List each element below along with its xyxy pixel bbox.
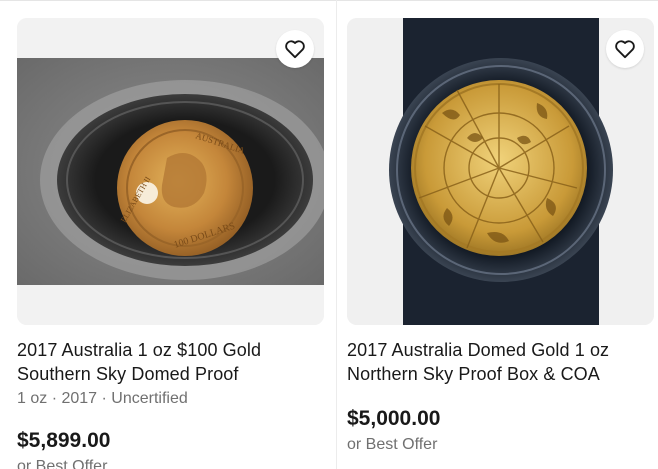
listing-card-2[interactable]: 2017 Australia Domed Gold 1 oz Northern … xyxy=(347,18,654,456)
gold-coin-southern-sky-photo: AUSTRALIA 100 DOLLARS ELIZABETH II xyxy=(17,18,324,325)
listing-image-1[interactable]: AUSTRALIA 100 DOLLARS ELIZABETH II xyxy=(17,18,324,325)
heart-icon xyxy=(285,40,305,59)
gold-coin-northern-sky-photo xyxy=(347,18,654,325)
listing-title-1[interactable]: 2017 Australia 1 oz $100 Gold Southern S… xyxy=(17,338,324,386)
watch-button-1[interactable] xyxy=(276,30,314,68)
listing-title-2[interactable]: 2017 Australia Domed Gold 1 oz Northern … xyxy=(347,338,654,386)
listing-title-2-line2[interactable]: Northern Sky Proof Box & COA xyxy=(347,362,654,386)
top-divider xyxy=(0,0,658,1)
listing-image-2[interactable] xyxy=(347,18,654,325)
listing-title-1-line2[interactable]: Southern Sky Domed Proof xyxy=(17,362,324,386)
watch-button-2[interactable] xyxy=(606,30,644,68)
listing-price-1: $5,899.00 xyxy=(17,429,111,452)
listing-subtitle-1: 1 oz · 2017 · Uncertified xyxy=(17,390,188,407)
listing-card-1[interactable]: AUSTRALIA 100 DOLLARS ELIZABETH II 2017 … xyxy=(17,18,324,469)
listing-offer-2: or Best Offer xyxy=(347,436,438,453)
listing-offer-1: or Best Offer xyxy=(17,458,108,469)
listing-title-2-line1[interactable]: 2017 Australia Domed Gold 1 oz xyxy=(347,338,654,362)
listing-price-2: $5,000.00 xyxy=(347,407,441,430)
listing-title-1-line1[interactable]: 2017 Australia 1 oz $100 Gold xyxy=(17,338,324,362)
heart-icon xyxy=(615,40,635,59)
column-divider xyxy=(336,0,337,469)
